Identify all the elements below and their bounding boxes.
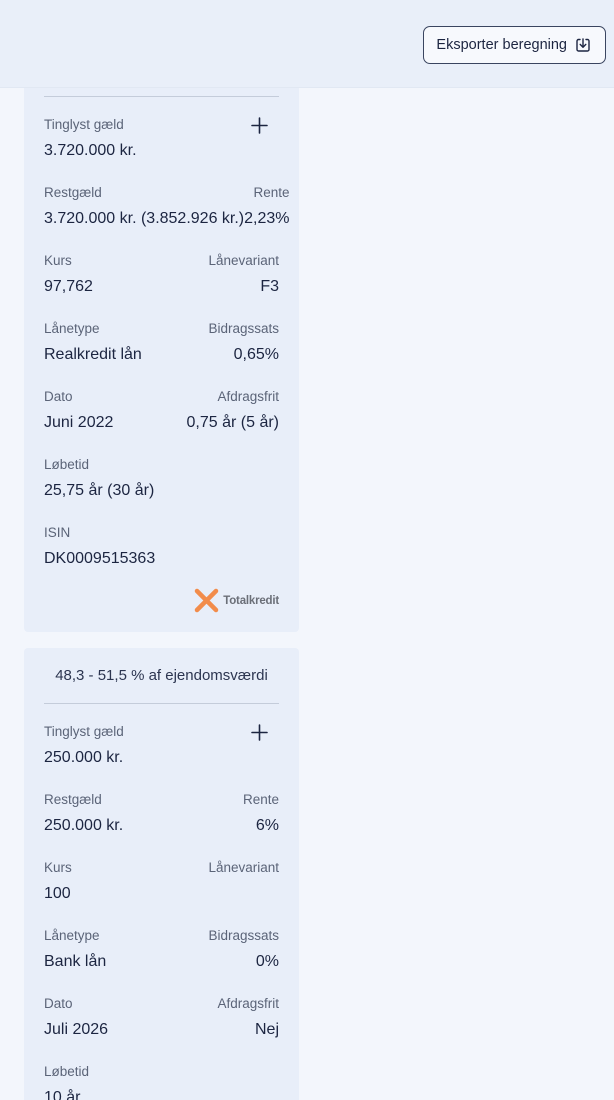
restgaeld-label: Restgæld [44, 185, 102, 200]
loebetid-value: 10 år [44, 1089, 81, 1100]
download-icon [575, 37, 591, 53]
dato-label: Dato [44, 389, 73, 404]
afdragsfrit-label: Afdragsfrit [217, 996, 279, 1011]
loan-row-loebetid: Løbetid 10 år [44, 1044, 279, 1100]
loan-row-laanetype: Lånetype Bank lån Bidragssats 0% [44, 908, 279, 976]
rente-value: 2,23% [244, 210, 290, 227]
loan-row-restgaeld: Restgæld 3.720.000 kr. (3.852.926 kr.) R… [44, 165, 290, 233]
loan-row-tinglyst: Tinglyst gæld 3.720.000 kr. [44, 97, 279, 165]
isin-value: DK0009515363 [44, 550, 156, 567]
export-calculation-button[interactable]: Eksporter beregning [423, 26, 606, 64]
loan-row-dato: Dato Juni 2022 Afdragsfrit 0,75 år (5 år… [44, 369, 279, 437]
loebetid-value: 25,75 år (30 år) [44, 482, 155, 499]
loan-row-loebetid: Løbetid 25,75 år (30 år) [44, 437, 279, 505]
loan-card: 48,3 - 51,5 % af ejendomsværdi Tinglyst … [24, 648, 299, 1100]
loan-row-kurs: Kurs 97,762 Lånevariant F3 [44, 233, 279, 301]
loebetid-label: Løbetid [44, 457, 90, 472]
laanetype-label: Lånetype [44, 321, 100, 336]
laanevariant-label: Lånevariant [208, 860, 279, 875]
afdragsfrit-value: Nej [254, 1021, 279, 1038]
restgaeld-label: Restgæld [44, 792, 102, 807]
restgaeld-value: 3.720.000 kr. (3.852.926 kr.) [44, 210, 245, 227]
loan-range-label: 48,3 - 51,5 % af ejendomsværdi [44, 648, 279, 704]
laanevariant-label: Lånevariant [208, 253, 279, 268]
loan-row-dato: Dato Juli 2026 Afdragsfrit Nej [44, 976, 279, 1044]
dato-label: Dato [44, 996, 73, 1011]
loan-overview-page: Eksporter beregning Tinglyst gæld 3.720.… [0, 0, 614, 1100]
laanevariant-value: F3 [260, 278, 279, 295]
totalkredit-logo: Totalkredit [194, 588, 279, 613]
tinglyst-label: Tinglyst gæld [44, 117, 124, 132]
bidragssats-value: 0,65% [233, 346, 279, 363]
afdragsfrit-value: 0,75 år (5 år) [186, 414, 279, 431]
kurs-label: Kurs [44, 253, 72, 268]
restgaeld-value: 250.000 kr. [44, 817, 124, 834]
loan-row-kurs: Kurs 100 Lånevariant [44, 840, 279, 908]
loan-row-isin: ISIN DK0009515363 [44, 505, 279, 573]
dato-value: Juni 2022 [44, 414, 114, 431]
loan-row-laanetype: Lånetype Realkredit lån Bidragssats 0,65… [44, 301, 279, 369]
loan-card: Tinglyst gæld 3.720.000 kr. Restgæld 3.7… [24, 0, 299, 632]
plus-icon[interactable] [249, 115, 269, 135]
loan-row-restgaeld: Restgæld 250.000 kr. Rente 6% [44, 772, 279, 840]
isin-label: ISIN [44, 525, 71, 540]
rente-label: Rente [253, 185, 290, 200]
loebetid-label: Løbetid [44, 1064, 90, 1079]
tinglyst-label: Tinglyst gæld [44, 724, 124, 739]
laanetype-label: Lånetype [44, 928, 100, 943]
tinglyst-value: 250.000 kr. [44, 749, 124, 766]
afdragsfrit-label: Afdragsfrit [217, 389, 279, 404]
export-button-label: Eksporter beregning [436, 37, 567, 53]
plus-icon[interactable] [249, 722, 269, 742]
kurs-label: Kurs [44, 860, 72, 875]
dato-value: Juli 2026 [44, 1021, 109, 1038]
totalkredit-x-icon [195, 588, 219, 613]
laanetype-value: Realkredit lån [44, 346, 142, 363]
lender-logo-text: Totalkredit [223, 594, 279, 607]
bidragssats-label: Bidragssats [208, 928, 279, 943]
loan-row-tinglyst: Tinglyst gæld 250.000 kr. [44, 704, 279, 772]
bidragssats-value: 0% [255, 953, 279, 970]
kurs-value: 97,762 [44, 278, 93, 295]
bidragssats-label: Bidragssats [208, 321, 279, 336]
rente-label: Rente [242, 792, 279, 807]
laanetype-value: Bank lån [44, 953, 107, 970]
tinglyst-value: 3.720.000 kr. [44, 142, 137, 159]
top-toolbar: Eksporter beregning [0, 0, 614, 88]
rente-value: 6% [255, 817, 279, 834]
kurs-value: 100 [44, 885, 71, 902]
